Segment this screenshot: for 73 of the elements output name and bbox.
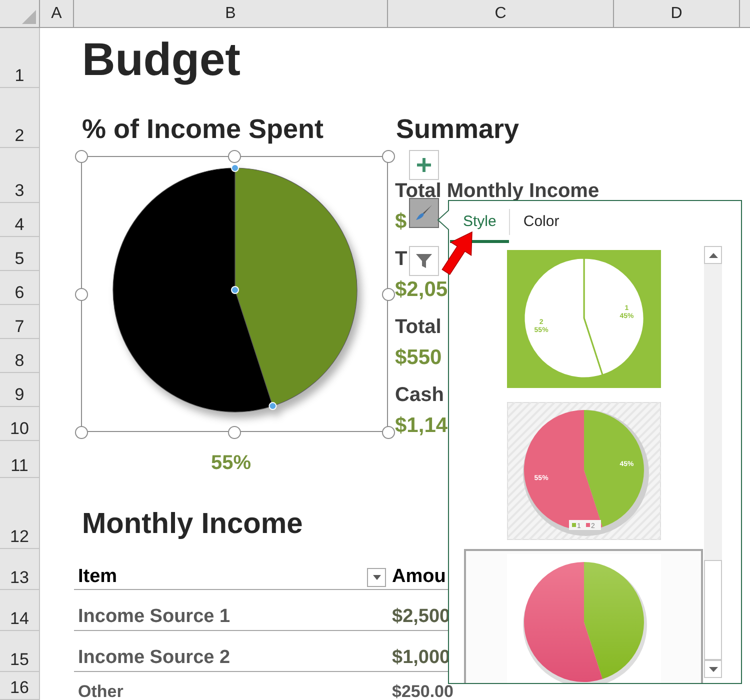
cell-text: % of Income Spent [82,116,324,143]
chart-styles-button[interactable] [409,198,439,228]
row-header[interactable]: 11 [0,441,40,478]
column-header[interactable]: C [388,0,614,28]
chart-style-option[interactable] [464,549,703,683]
resize-handle[interactable] [74,426,88,438]
selection-point[interactable] [231,164,239,172]
pie-slice[interactable] [112,168,273,412]
cell-text: $1,14 [395,415,448,436]
resize-handle[interactable] [228,150,241,162]
column-header[interactable]: B [74,0,388,28]
pie-slice[interactable] [234,168,358,406]
filter-icon [415,252,433,270]
scroll-down-button[interactable] [704,660,722,678]
select-all-corner[interactable] [0,0,40,28]
resize-handle[interactable] [382,426,394,438]
column-header[interactable] [740,0,750,28]
cell-text: Summary [396,116,520,143]
filter-dropdown-button[interactable] [367,568,386,587]
pointer-arrow [442,231,472,276]
row-header[interactable]: 15 [0,631,40,672]
plus-icon [417,158,431,172]
cell-text: 55% [210,453,252,473]
row-header[interactable]: 2 [0,88,40,148]
row-header[interactable]: 8 [0,339,40,373]
resize-handle[interactable] [74,288,88,300]
cell-text: $550 [395,347,442,368]
resize-handle[interactable] [74,150,88,162]
column-heading: Amou [392,567,446,586]
row-header[interactable]: 14 [0,590,40,631]
cell-text: $ [395,211,407,232]
cell-text: Total Monthly Income [395,181,600,201]
row-header[interactable]: 16 [0,672,40,700]
brush-icon [415,204,433,222]
column-header[interactable]: D [614,0,740,28]
row-header[interactable]: 1 [0,28,40,88]
selection-point[interactable] [268,402,277,410]
cell-text: $250.00 [392,683,454,700]
cell-text: Cash [395,385,444,405]
chart-elements-button[interactable] [409,150,439,180]
row-header[interactable]: 7 [0,305,40,339]
chart-filters-button[interactable] [409,246,439,276]
resize-handle[interactable] [228,426,241,438]
cell-text: Monthly Income [82,510,303,539]
row-header[interactable]: 9 [0,373,40,407]
chart-frame[interactable] [81,156,388,432]
cell-text: Income Source 1 [78,607,230,626]
resize-handle[interactable] [382,150,394,162]
row-header[interactable]: 13 [0,549,40,590]
caret-icon [372,575,380,580]
cell-text: $2,500 [392,607,450,626]
triangle-icon [22,10,36,24]
column-heading: Item [78,567,118,586]
row-header[interactable]: 3 [0,148,40,203]
row-header[interactable]: 4 [0,203,40,237]
resize-handle[interactable] [382,288,394,300]
tab[interactable]: Color [510,201,572,243]
row-header[interactable]: 5 [0,237,40,271]
cell-text: Total [395,317,442,337]
column-header[interactable]: A [40,0,74,28]
row-header[interactable]: 6 [0,271,40,305]
cell-text: Other [78,683,124,700]
up-arrow-icon [708,252,718,258]
cell-text: Income Source 2 [78,648,230,667]
down-arrow-icon [708,666,718,672]
row-header[interactable]: 10 [0,407,40,441]
cell-text: $1,000 [392,648,450,667]
scroll-up-button[interactable] [704,246,722,264]
selection-point[interactable] [231,286,239,294]
row-header[interactable]: 12 [0,478,40,549]
scrollbar-thumb[interactable] [704,560,722,660]
cell-text: T [395,249,408,269]
cell-text: $2,05 [395,279,448,300]
